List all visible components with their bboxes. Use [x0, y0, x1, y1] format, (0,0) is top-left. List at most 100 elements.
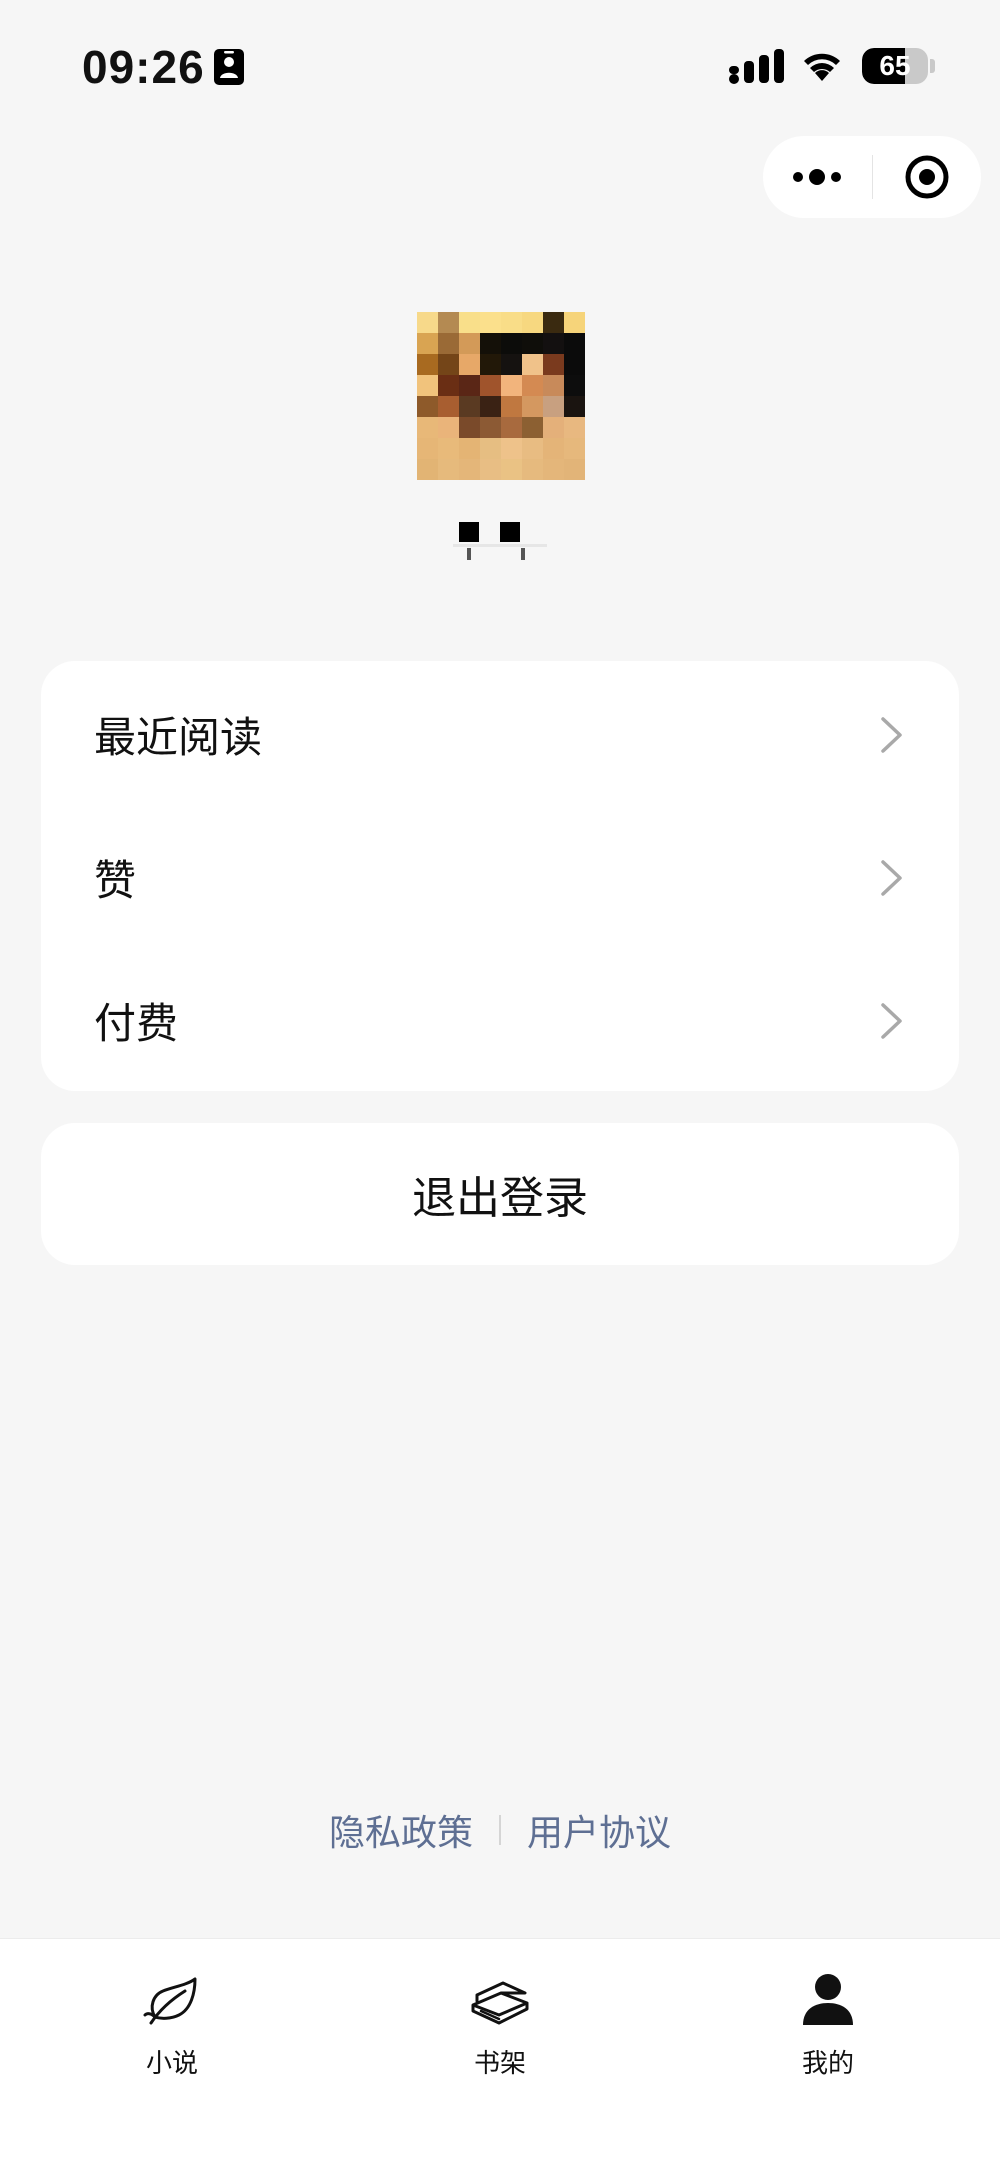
avatar-pixel — [480, 333, 501, 354]
wifi-icon — [804, 53, 840, 81]
avatar-pixel — [459, 375, 480, 396]
avatar-pixel — [480, 312, 501, 333]
tab-label: 我的 — [801, 2049, 854, 2079]
avatar-pixel — [501, 354, 522, 375]
avatar-pixel — [543, 459, 564, 480]
avatar-pixel — [438, 375, 459, 396]
avatar-pixel — [417, 333, 438, 354]
chevron-right-icon — [881, 716, 902, 753]
avatar-pixel — [501, 438, 522, 459]
avatar-pixel — [459, 396, 480, 417]
avatar-pixel — [522, 312, 543, 333]
avatar-pixel — [459, 459, 480, 480]
avatar-pixel — [438, 354, 459, 375]
avatar-pixel — [417, 354, 438, 375]
avatar-pixel — [543, 312, 564, 333]
avatar-pixel — [522, 459, 543, 480]
capsule-menu — [763, 136, 981, 218]
avatar[interactable] — [417, 312, 585, 480]
avatar-pixel — [480, 417, 501, 438]
more-button[interactable] — [763, 136, 872, 218]
logout-label: 退出登录 — [412, 1173, 588, 1224]
status-bar: 09:26 65 — [0, 0, 1000, 130]
avatar-pixel — [417, 459, 438, 480]
avatar-pixel — [417, 312, 438, 333]
avatar-pixel — [543, 417, 564, 438]
tab-bookshelf[interactable]: 书架 — [400, 1967, 600, 2097]
tab-mine[interactable]: 我的 — [728, 1967, 928, 2097]
footer-separator — [499, 1815, 501, 1845]
menu-item-label: 赞 — [94, 856, 137, 905]
avatar-pixel — [417, 438, 438, 459]
avatar-pixel — [501, 375, 522, 396]
avatar-pixel — [480, 438, 501, 459]
menu-card: 最近阅读 赞 付费 — [41, 661, 959, 1091]
avatar-pixel — [480, 354, 501, 375]
avatar-pixel — [543, 396, 564, 417]
avatar-pixel — [417, 417, 438, 438]
avatar-pixel — [438, 459, 459, 480]
avatar-pixel — [459, 333, 480, 354]
close-button[interactable] — [873, 136, 982, 218]
avatar-pixel — [564, 333, 585, 354]
avatar-pixel — [543, 375, 564, 396]
tab-label: 小说 — [145, 2049, 198, 2079]
avatar-pixel — [501, 459, 522, 480]
user-icon — [803, 1974, 853, 2025]
battery-tip — [930, 59, 935, 73]
avatar-pixel — [564, 417, 585, 438]
avatar-pixel — [543, 438, 564, 459]
avatar-pixel — [522, 396, 543, 417]
logout-button[interactable]: 退出登录 — [41, 1123, 959, 1265]
avatar-pixel — [564, 459, 585, 480]
menu-item-label: 付费 — [94, 999, 179, 1048]
avatar-pixel — [480, 396, 501, 417]
privacy-policy-link[interactable]: 隐私政策 — [329, 1804, 473, 1856]
avatar-pixel — [543, 333, 564, 354]
user-agreement-link[interactable]: 用户协议 — [527, 1804, 671, 1856]
avatar-pixel — [438, 396, 459, 417]
battery-level: 65 — [879, 50, 911, 81]
avatar-pixel — [438, 312, 459, 333]
chevron-right-icon — [881, 1002, 902, 1039]
avatar-pixel — [438, 417, 459, 438]
avatar-pixel — [501, 417, 522, 438]
avatar-pixel — [522, 375, 543, 396]
tab-bar: 小说 书架 我的 — [0, 1938, 1000, 2164]
contact-card-icon — [214, 49, 244, 85]
username — [453, 518, 547, 562]
avatar-pixel — [438, 333, 459, 354]
avatar-pixel — [459, 354, 480, 375]
menu-item-recent-reading[interactable]: 最近阅读 — [41, 663, 959, 806]
avatar-pixel — [417, 375, 438, 396]
close-target-icon — [905, 155, 949, 199]
tab-novels[interactable]: 小说 — [72, 1967, 272, 2097]
avatar-pixel — [564, 396, 585, 417]
more-dots-icon — [793, 169, 842, 185]
avatar-pixel — [543, 354, 564, 375]
avatar-pixel — [522, 438, 543, 459]
status-time: 09:26 — [82, 41, 205, 93]
avatar-pixel — [459, 312, 480, 333]
avatar-pixel — [522, 417, 543, 438]
avatar-pixel — [501, 312, 522, 333]
footer-links: 隐私政策 用户协议 — [0, 1800, 1000, 1860]
cellular-signal-icon — [729, 49, 784, 84]
battery-icon: 65 — [862, 48, 928, 84]
avatar-pixel — [522, 354, 543, 375]
avatar-pixel — [480, 459, 501, 480]
menu-item-paid[interactable]: 付费 — [41, 949, 959, 1092]
avatar-pixel — [417, 396, 438, 417]
menu-item-label: 最近阅读 — [94, 713, 263, 762]
chevron-right-icon — [881, 859, 902, 896]
avatar-pixel — [522, 333, 543, 354]
book-stack-icon — [471, 1981, 529, 2025]
tab-label: 书架 — [473, 2049, 526, 2079]
menu-item-likes[interactable]: 赞 — [41, 806, 959, 949]
leaf-book-icon — [143, 1977, 197, 2025]
avatar-pixel — [459, 438, 480, 459]
avatar-pixel — [501, 333, 522, 354]
avatar-pixel — [459, 417, 480, 438]
avatar-pixel — [480, 375, 501, 396]
avatar-pixel — [501, 396, 522, 417]
